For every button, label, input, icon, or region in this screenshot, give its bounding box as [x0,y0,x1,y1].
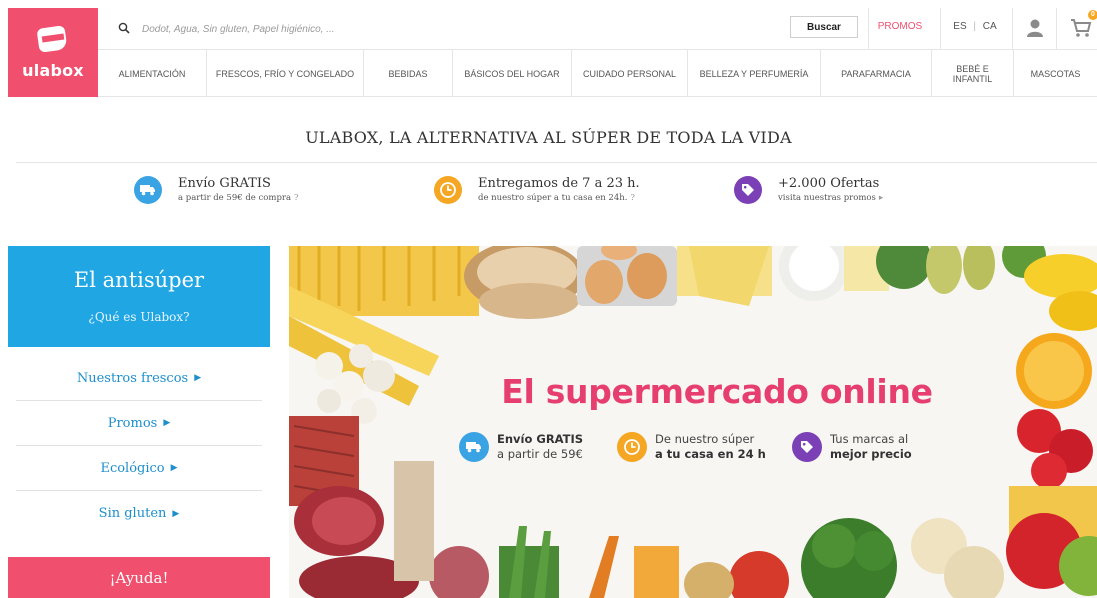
feature-line2: mejor precio [830,447,912,461]
sidebar-links: Nuestros frescos ▶ Promos ▶ Ecológico ▶ Sin… [16,356,262,536]
nav-basicos-hogar[interactable]: BÁSICOS DEL HOGAR [453,50,572,97]
antisuper-title: El antisúper [73,268,205,292]
nav-parafarmacia[interactable]: PARAFARMACIA [821,50,932,97]
cart-icon[interactable] [1070,18,1092,38]
tag-icon [734,176,762,204]
page-tagline: ULABOX, LA ALTERNATIVA AL SÚPER DE TODA … [305,128,792,147]
feature-line1: Envío GRATIS [497,432,584,446]
nav-frescos[interactable]: FRESCOS, FRÍO Y CONGELADO [207,50,364,97]
caret-right-icon: ▶ [194,373,202,383]
lang-ca[interactable]: CA [981,21,999,32]
banner-title: El supermercado online [501,372,933,411]
feature-line1: De nuestro súper [655,432,755,446]
info-icon[interactable]: ? [294,193,299,203]
feature-line2: a partir de 59€ [497,447,583,461]
antisuper-subtitle[interactable]: ¿Qué es Ulabox? [8,310,270,324]
search-input[interactable] [142,18,742,40]
sidebar-link-promos[interactable]: Promos ▶ [16,401,262,446]
cart-count-badge: 0 [1088,10,1097,20]
banner-content: El supermercado online Envío GRATIS a pa… [407,372,1027,482]
benefit-title: Entregamos de 7 a 23 h. [478,176,640,191]
feature-line2: a tu casa en 24 h [655,447,766,461]
info-icon[interactable]: ? [630,193,635,203]
search-icon [118,22,130,34]
benefit-subtitle: a partir de 59€ de compra [178,193,292,203]
nav-belleza[interactable]: BELLEZA Y PERFUMERÍA [688,50,821,97]
nav-mascotas[interactable]: MASCOTAS [1014,50,1097,97]
benefit-subtitle: visita nuestras promos [778,193,876,203]
nav-cuidado-personal[interactable]: CUIDADO PERSONAL [572,50,688,97]
benefits-strip: Envío GRATIS a partir de 59€ de compra? … [0,176,1097,216]
benefit-delivery-hours: Entregamos de 7 a 23 h. de nuestro súper… [434,176,640,204]
ulabox-logo[interactable]: ulabox [8,8,98,97]
logo-text: ulabox [22,61,84,80]
benefit-offers[interactable]: +2.000 Ofertas visita nuestras promos ▸ [734,176,883,204]
nav-bebidas[interactable]: BEBIDAS [364,50,453,97]
sidebar-link-sin-gluten[interactable]: Sin gluten ▶ [16,491,262,536]
antisuper-card[interactable]: El antisúper ¿Qué es Ulabox? [8,246,270,347]
sidebar-link-label: Ecológico [100,460,165,476]
logo-bag-icon [36,25,70,55]
search-button[interactable]: Buscar [790,16,858,38]
language-switcher: ES | CA [940,21,1010,32]
clock-icon [617,432,647,462]
search-bar: Buscar PROMOS ES | CA 0 [98,8,1097,50]
nav-alimentacion[interactable]: ALIMENTACIÓN [98,50,207,97]
truck-icon [459,432,489,462]
benefit-title: Envío GRATIS [178,176,271,191]
help-button[interactable]: ¡Ayuda! [8,557,270,598]
user-icon[interactable] [1026,18,1044,38]
banner-feature-prices: Tus marcas al mejor precio [792,432,912,462]
benefit-free-shipping: Envío GRATIS a partir de 59€ de compra? [134,176,299,204]
banner-feature-shipping: Envío GRATIS a partir de 59€ [459,432,583,462]
tag-icon [792,432,822,462]
caret-right-icon: ▶ [163,418,171,428]
sidebar-link-ecologico[interactable]: Ecológico ▶ [16,446,262,491]
sidebar-link-label: Sin gluten [98,506,167,521]
sidebar-link-frescos[interactable]: Nuestros frescos ▶ [16,356,262,401]
feature-line1: Tus marcas al [830,432,909,446]
promos-link[interactable]: PROMOS [870,21,930,32]
arrow-right-icon: ▸ [878,193,884,203]
clock-icon [434,176,462,204]
sidebar-link-label: Promos [107,415,158,431]
lang-es[interactable]: ES [951,21,968,32]
category-nav: ALIMENTACIÓN FRESCOS, FRÍO Y CONGELADO B… [98,50,1097,97]
benefit-title: +2.000 Ofertas [778,176,880,191]
caret-right-icon: ▶ [172,508,180,519]
sidebar-link-label: Nuestros frescos [76,370,189,386]
benefit-subtitle: de nuestro súper a tu casa en 24h. [478,193,628,203]
hero-banner[interactable]: El supermercado online Envío GRATIS a pa… [289,246,1097,598]
truck-icon [134,176,162,204]
banner-feature-delivery: De nuestro súper a tu casa en 24 h [617,432,766,462]
caret-right-icon: ▶ [170,463,178,473]
lang-separator: | [973,21,977,32]
nav-bebe-infantil[interactable]: BEBÉ E INFANTIL [932,50,1014,97]
divider [16,162,1097,163]
